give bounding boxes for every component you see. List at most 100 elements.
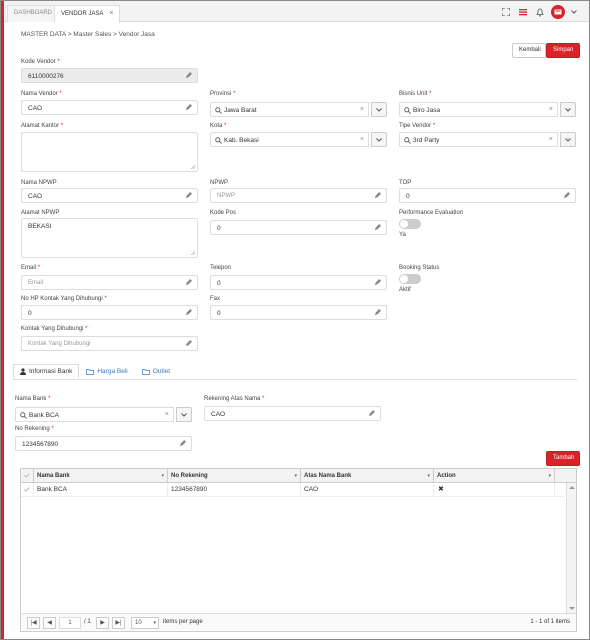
list-icon[interactable] [517, 7, 528, 18]
performance-state: Ya [399, 232, 406, 238]
chevron-down-icon[interactable]: ▾ [294, 469, 297, 483]
kode-vendor-label: Kode Vendor * [21, 59, 60, 65]
tipe-vendor-value: 3rd Party [413, 137, 440, 144]
clear-icon[interactable]: × [360, 136, 364, 143]
nama-npwp-field[interactable]: CAO [21, 188, 198, 203]
tab-vendor-jasa[interactable]: VENDOR JASA × [54, 5, 121, 23]
kode-vendor-field: 6110000276 [21, 68, 198, 83]
sub-tabs: Informasi Bank Harga Beli Outlet [13, 364, 177, 379]
npwp-field[interactable]: NPWP [210, 188, 387, 203]
tab-harga-beli[interactable]: Harga Beli [79, 364, 134, 379]
rekening-atas-nama-field[interactable]: CAO [204, 406, 381, 421]
chevron-down-icon[interactable] [560, 132, 576, 147]
search-icon [215, 137, 222, 144]
clear-icon[interactable]: × [165, 411, 169, 418]
nama-vendor-label: Nama Vendor * [21, 91, 62, 97]
cell-atas-nama: CAO [301, 483, 434, 497]
alamat-kantor-textarea[interactable] [21, 132, 198, 172]
chevron-down-icon[interactable] [560, 102, 576, 117]
no-hp-value: 0 [28, 310, 32, 317]
kontak-field[interactable]: Kontak Yang Dihubungi [21, 336, 198, 351]
resize-grip-icon[interactable] [190, 164, 195, 169]
tipe-vendor-select[interactable]: 3rd Party × [399, 132, 576, 147]
chevron-down-icon[interactable]: ▾ [548, 469, 551, 483]
nama-vendor-value: CAO [28, 105, 43, 112]
chevron-down-icon[interactable]: ▾ [427, 469, 430, 483]
nama-npwp-label: Nama NPWP [21, 180, 57, 186]
bisnis-unit-value: Biro Jasa [413, 107, 441, 114]
last-page-button[interactable]: ▶| [112, 617, 125, 629]
cell-no-rekening: 1234567890 [168, 483, 301, 497]
search-icon [404, 137, 411, 144]
column-label: Nama Bank [37, 473, 70, 479]
tab-dashboard[interactable]: DASHBOARD [7, 5, 60, 22]
npwp-placeholder: NPWP [217, 193, 235, 199]
nama-bank-select[interactable]: Bank BCA × [15, 407, 192, 422]
kontak-label: Kontak Yang Dihubungi * [21, 326, 88, 332]
page-number-input[interactable]: 1 [59, 617, 81, 629]
scroll-up-icon[interactable] [568, 485, 576, 490]
pencil-icon [563, 192, 570, 199]
clear-icon[interactable]: × [549, 136, 553, 143]
fax-field[interactable]: 0 [210, 305, 387, 320]
top-field[interactable]: 0 [399, 188, 576, 203]
telepon-value: 0 [217, 280, 221, 287]
booking-toggle[interactable] [399, 274, 421, 284]
resize-grip-icon[interactable] [190, 250, 195, 255]
table-row[interactable]: Bank BCA 1234567890 CAO ✖ [21, 483, 565, 497]
no-hp-field[interactable]: 0 [21, 305, 198, 320]
tambah-button[interactable]: Tambah [546, 451, 580, 466]
close-tab-icon[interactable]: × [109, 10, 113, 17]
tab-label: DASHBOARD [14, 10, 53, 16]
vertical-scrollbar[interactable] [566, 483, 576, 613]
column-nama-bank[interactable]: Nama Bank ▾ [34, 469, 168, 483]
tab-outlet[interactable]: Outlet [135, 364, 177, 379]
prev-page-button[interactable]: ◀ [43, 617, 56, 629]
row-checkbox[interactable] [21, 483, 34, 497]
page-size-select[interactable]: 10 ▾ [131, 617, 159, 629]
fullscreen-icon[interactable] [500, 7, 511, 18]
alamat-npwp-textarea[interactable]: BEKASI [21, 218, 198, 258]
telepon-field[interactable]: 0 [210, 275, 387, 290]
kembali-button[interactable]: Kembali [512, 43, 546, 58]
telepon-label: Telepon [210, 265, 232, 271]
delete-icon[interactable]: ✖ [434, 483, 555, 497]
alamat-kantor-label: Alamat Kantor * [21, 123, 64, 129]
kode-pos-label: Kode Pos [210, 210, 237, 216]
pencil-icon [185, 72, 192, 79]
kota-select[interactable]: Kab. Bekasi × [210, 132, 387, 147]
avatar[interactable] [551, 5, 565, 19]
column-atas-nama-bank[interactable]: Atas Nama Bank ▾ [301, 469, 434, 483]
column-no-rekening[interactable]: No Rekening ▾ [168, 469, 301, 483]
provinsi-label: Provinsi * [210, 91, 236, 97]
tab-label: Harga Beli [97, 368, 128, 375]
check-icon [24, 487, 30, 492]
nama-vendor-field[interactable]: CAO [21, 100, 198, 115]
chevron-down-icon[interactable] [571, 7, 577, 18]
chevron-down-icon[interactable]: ▾ [161, 469, 164, 483]
chevron-down-icon[interactable] [176, 407, 192, 422]
chevron-down-icon[interactable] [371, 132, 387, 147]
provinsi-select[interactable]: Jawa Barat × [210, 102, 387, 117]
kode-pos-field[interactable]: 0 [210, 220, 387, 235]
pencil-icon [374, 279, 381, 286]
pencil-icon [185, 279, 192, 286]
clear-icon[interactable]: × [549, 106, 553, 113]
no-rekening-field[interactable]: 1234567890 [15, 436, 192, 451]
email-field[interactable]: Email [21, 275, 198, 290]
select-all-checkbox[interactable] [21, 469, 34, 483]
clear-icon[interactable]: × [360, 106, 364, 113]
first-page-button[interactable]: |◀ [27, 617, 40, 629]
bisnis-unit-select[interactable]: Biro Jasa × [399, 102, 576, 117]
bisnis-unit-label: Bisnis Unit * [399, 91, 432, 97]
bell-icon[interactable] [534, 7, 545, 18]
performance-toggle[interactable] [399, 219, 421, 229]
tab-informasi-bank[interactable]: Informasi Bank [13, 364, 80, 379]
column-action[interactable]: Action ▾ [434, 469, 555, 483]
chevron-down-icon[interactable] [371, 102, 387, 117]
next-page-button[interactable]: ▶ [96, 617, 109, 629]
tab-bar: DASHBOARD VENDOR JASA × [4, 1, 589, 23]
scroll-down-icon[interactable] [568, 606, 576, 611]
top-value: 0 [406, 193, 410, 200]
simpan-button[interactable]: Simpan [546, 43, 580, 58]
